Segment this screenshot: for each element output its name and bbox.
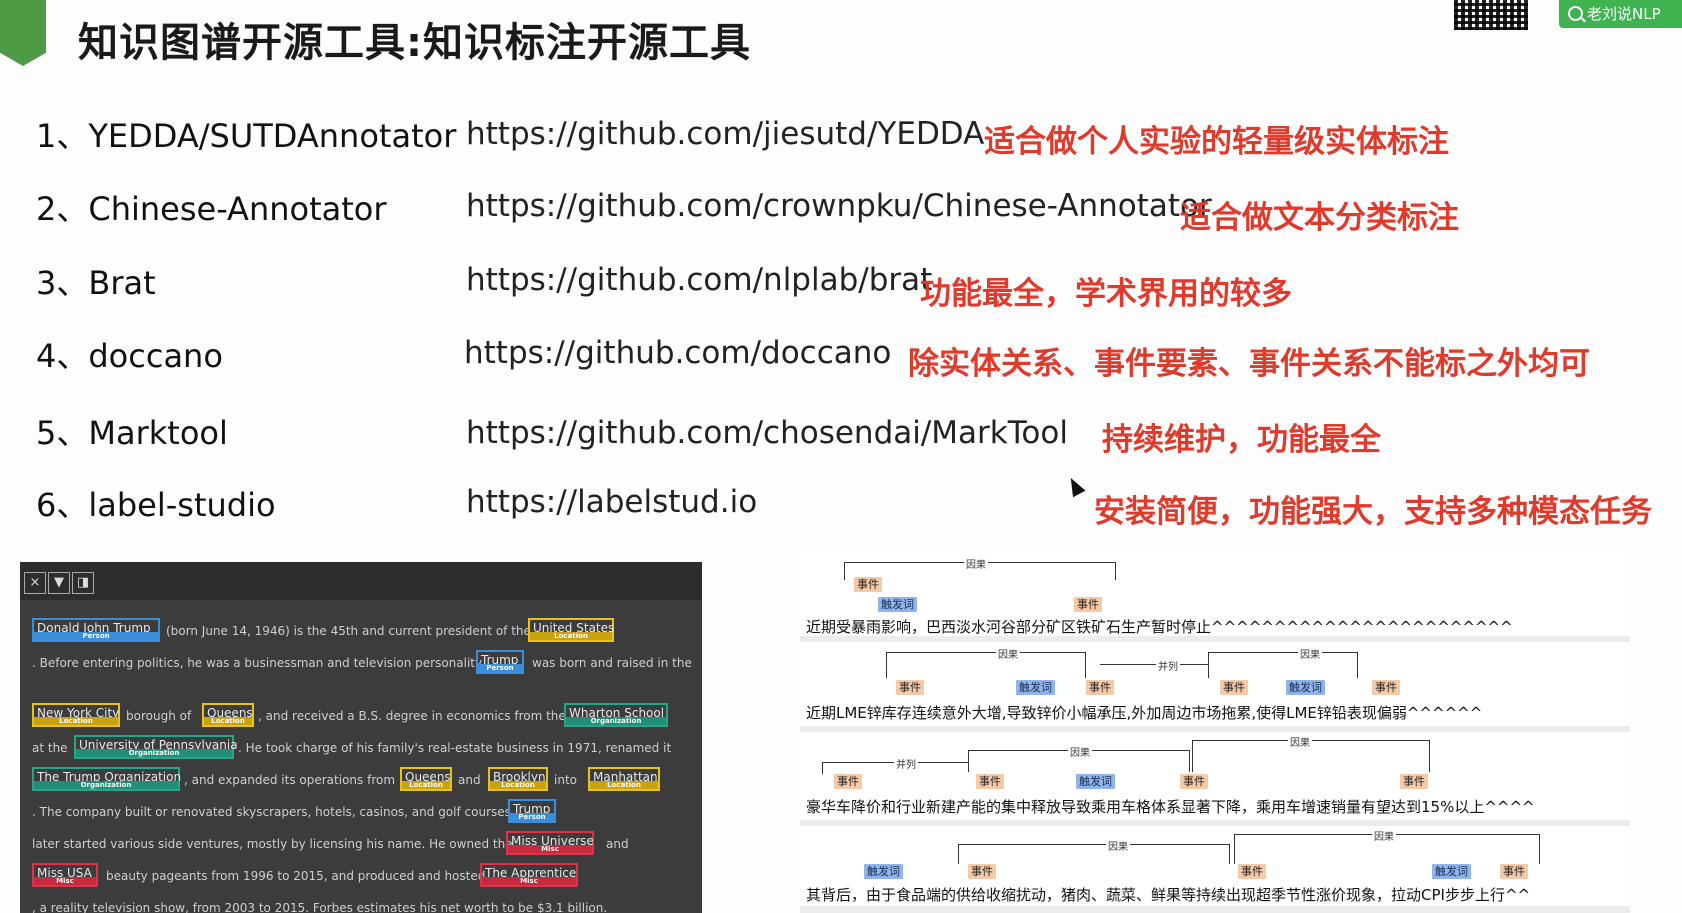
event-sentence: 其背后，由于食品端的供给收缩扰动，猪肉、蔬菜、鲜果等持续出现超季节性涨价现象，拉… — [806, 886, 1531, 904]
entity-organization[interactable]: The Trump Organization Organization — [32, 767, 181, 791]
relation-label: 因果 — [964, 556, 988, 571]
ner-text-line: New York City Location borough of Queens L… — [20, 701, 702, 731]
tool-note: 功能最全，学术界用的较多 — [920, 276, 1292, 312]
entity-location[interactable]: Manhattan Location — [588, 767, 660, 791]
event-row: 因果 因果 并列 事件 触发词 事件 事件 触发词 事件 近期LME锌库存连续意… — [800, 642, 1630, 726]
tool-name: 1、YEDDA/SUTDAnnotator — [36, 117, 457, 155]
tool-name: 5、Marktool — [36, 414, 228, 452]
event-row: 因果 因果 并列 事件 事件 触发词 事件 事件 豪华车降价和行业新建产能的集中… — [800, 732, 1630, 820]
close-icon[interactable]: × — [24, 572, 46, 594]
qr-code-image — [1454, 0, 1528, 30]
badge-label: 老刘说NLP — [1587, 5, 1661, 23]
tool-url-link[interactable]: https://github.com/doccano — [464, 335, 891, 371]
entity-location[interactable]: Brooklyn Location — [488, 767, 548, 791]
entity-location[interactable]: New York City Location — [32, 703, 120, 727]
tool-name: 2、Chinese-Annotator — [36, 190, 387, 228]
ner-text-line: . Before entering politics, he was a bus… — [20, 648, 702, 678]
panel-toolbar: × ▼ ◨ — [20, 562, 702, 600]
search-badge[interactable]: 老刘说NLP — [1559, 0, 1682, 28]
event-sentence: 近期受暴雨影响，巴西淡水河谷部分矿区铁矿石生产暂时停止^^^^^^^^^^^^^… — [806, 618, 1513, 636]
entity-misc[interactable]: The Apprentice Misc — [480, 863, 578, 887]
ner-text-line: , a reality television show, from 2003 t… — [32, 901, 608, 913]
entity-organization[interactable]: Wharton School Organization — [564, 703, 668, 727]
event-row: 因果 事件 触发词 事件 近期受暴雨影响，巴西淡水河谷部分矿区铁矿石生产暂时停止… — [800, 548, 1630, 636]
entity-misc[interactable]: Miss USA Misc — [32, 863, 98, 887]
tool-url-link[interactable]: https://github.com/crownpku/Chinese-Anno… — [466, 188, 1212, 224]
tool-name: 6、label-studio — [36, 486, 276, 524]
tool-note: 适合做文本分类标注 — [1180, 200, 1459, 236]
trigger-tag: 触发词 — [878, 597, 917, 612]
entity-person[interactable]: Donald John Trump Person — [32, 618, 160, 642]
tool-note: 安装简便，功能强大，支持多种模态任务 — [1094, 494, 1652, 530]
slide-corner-decoration — [0, 0, 46, 66]
entity-person[interactable]: Trump Person — [508, 799, 556, 823]
tool-note: 持续维护，功能最全 — [1102, 422, 1381, 458]
entity-location[interactable]: United States Location — [528, 618, 614, 642]
ner-text-line: at the University of Pennsylvania Organiz… — [20, 733, 702, 763]
tool-note: 除实体关系、事件要素、事件关系不能标之外均可 — [908, 346, 1590, 382]
tool-url-link[interactable]: https://labelstud.io — [466, 484, 757, 520]
mouse-cursor-icon — [1064, 474, 1086, 498]
tool-url-link[interactable]: https://github.com/nlplab/brat — [466, 262, 932, 298]
ner-text-line: The Trump Organization Organization , and… — [20, 765, 702, 795]
ner-text-line: Donald John Trump Person (born June 14, 1… — [20, 616, 702, 646]
event-annotation-panel: 因果 事件 触发词 事件 近期受暴雨影响，巴西淡水河谷部分矿区铁矿石生产暂时停止… — [800, 548, 1630, 913]
entity-misc[interactable]: Miss Universe Misc — [506, 831, 594, 855]
ner-text-line: . The company built or renovated skyscra… — [20, 797, 702, 827]
entity-location[interactable]: Queens Location — [400, 767, 452, 791]
event-row: 因果 因果 触发词 事件 事件 触发词 事件 其背后，由于食品端的供给收缩扰动，… — [800, 826, 1630, 906]
tool-note: 适合做个人实验的轻量级实体标注 — [984, 124, 1449, 160]
search-icon — [1568, 6, 1583, 21]
tool-url-link[interactable]: https://github.com/jiesutd/YEDDA — [466, 116, 984, 152]
event-sentence: 豪华车降价和行业新建产能的集中释放导致乘用车格体系显著下降，乘用车增速销量有望达… — [806, 798, 1535, 816]
entity-person[interactable]: Trump Person — [476, 650, 524, 674]
entity-location[interactable]: Queens Location — [202, 703, 254, 727]
filter-icon[interactable]: ▼ — [48, 572, 70, 594]
event-tag: 事件 — [854, 577, 882, 592]
ner-text-line: Miss USA Misc beauty pageants from 1996 t… — [20, 861, 702, 891]
view-icon[interactable]: ◨ — [72, 572, 94, 594]
page-title: 知识图谱开源工具:知识标注开源工具 — [78, 20, 751, 66]
ner-text-line: later started various side ventures, mos… — [20, 829, 702, 859]
entity-organization[interactable]: University of Pennsylvania Organization — [74, 735, 238, 759]
tool-name: 4、doccano — [36, 337, 223, 375]
tool-name: 3、Brat — [36, 264, 156, 302]
event-tag: 事件 — [1074, 597, 1102, 612]
event-sentence: 近期LME锌库存连续意外大增,导致锌价小幅承压,外加周边市场拖累,使得LME锌铅… — [806, 704, 1483, 722]
tool-url-link[interactable]: https://github.com/chosendai/MarkTool — [466, 415, 1068, 451]
ner-annotation-panel: × ▼ ◨ Donald John Trump Person (born June… — [20, 562, 702, 913]
